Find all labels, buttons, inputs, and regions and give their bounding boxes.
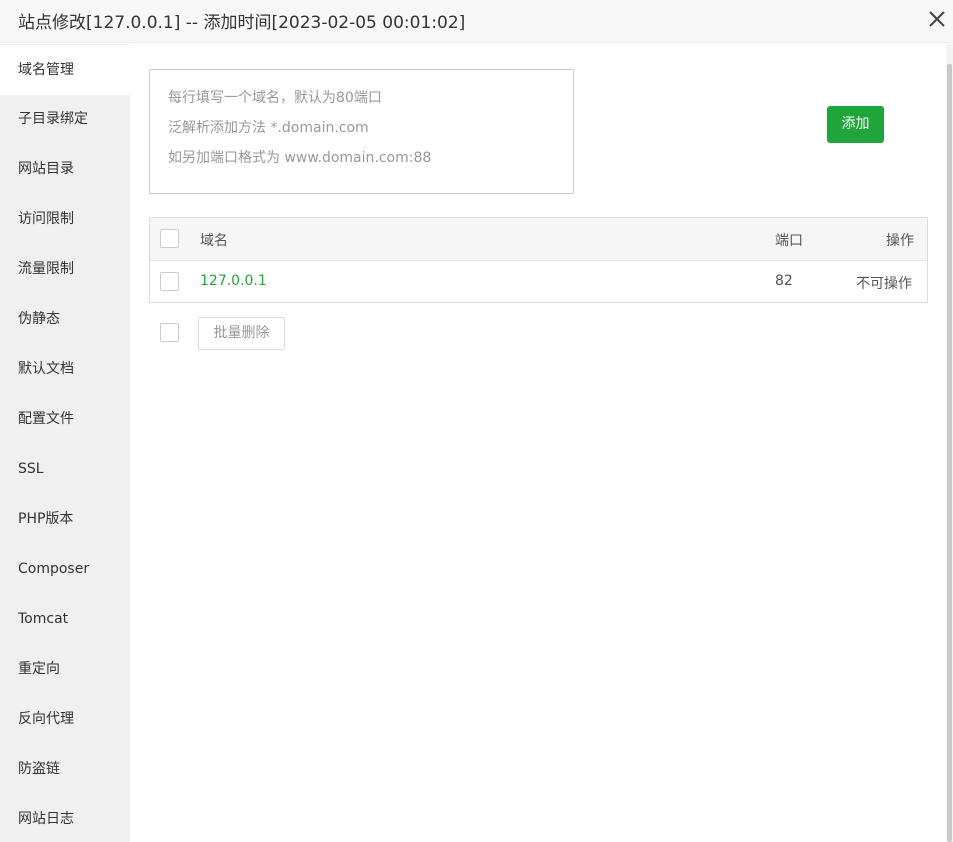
batch-delete-button[interactable]: 批量删除	[198, 317, 285, 350]
domain-input-placeholder-line: 泛解析添加方法 *.domain.com	[168, 120, 369, 136]
domain-input-placeholder-line: 如另加端口格式为 www.domain.com:88	[168, 150, 432, 166]
sidebar-item-reverse-proxy[interactable]: 反向代理	[0, 694, 130, 744]
sidebar-item-ssl[interactable]: SSL	[0, 444, 130, 494]
domain-input[interactable]: 每行填写一个域名，默认为80端口 泛解析添加方法 *.domain.com 如另…	[149, 69, 574, 194]
sidebar-item-domain-management[interactable]: 域名管理	[0, 45, 130, 95]
table-header: 域名 端口 操作	[150, 218, 927, 261]
action-text: 不可操作	[856, 276, 912, 292]
row-checkbox[interactable]	[160, 272, 179, 291]
domain-link[interactable]: 127.0.0.1	[200, 273, 267, 289]
sidebar-item-redirect[interactable]: 重定向	[0, 644, 130, 694]
sidebar-item-rewrite[interactable]: 伪静态	[0, 294, 130, 344]
sidebar-item-config-file[interactable]: 配置文件	[0, 394, 130, 444]
domain-input-placeholder-line: 每行填写一个域名，默认为80端口	[168, 90, 382, 106]
domain-table: 域名 端口 操作 127.0.0.1 82 不可操作	[149, 217, 928, 303]
sidebar-item-site-directory[interactable]: 网站目录	[0, 144, 130, 194]
sidebar-item-default-document[interactable]: 默认文档	[0, 344, 130, 394]
close-icon[interactable]	[924, 6, 950, 32]
sidebar-item-tomcat[interactable]: Tomcat	[0, 594, 130, 644]
column-header-action: 操作	[886, 233, 914, 249]
sidebar-item-access-restriction[interactable]: 访问限制	[0, 194, 130, 244]
sidebar-item-traffic-limit[interactable]: 流量限制	[0, 244, 130, 294]
scrollbar-thumb[interactable]	[947, 64, 952, 842]
add-domain-button[interactable]: 添加	[827, 106, 884, 143]
dialog-titlebar: 站点修改[127.0.0.1] -- 添加时间[2023-02-05 00:01…	[0, 0, 953, 43]
batch-select-checkbox[interactable]	[160, 323, 179, 342]
sidebar-item-hotlink-protection[interactable]: 防盗链	[0, 744, 130, 794]
table-row: 127.0.0.1 82 不可操作	[150, 261, 927, 302]
dialog-title: 站点修改[127.0.0.1] -- 添加时间[2023-02-05 00:01…	[18, 13, 466, 33]
sidebar-item-composer[interactable]: Composer	[0, 544, 130, 594]
column-header-port: 端口	[775, 233, 803, 249]
port-value: 82	[775, 273, 793, 289]
column-header-domain: 域名	[200, 233, 228, 249]
sidebar-item-subdirectory-binding[interactable]: 子目录绑定	[0, 94, 130, 144]
sidebar-item-site-log[interactable]: 网站日志	[0, 794, 130, 842]
sidebar-item-php-version[interactable]: PHP版本	[0, 494, 130, 544]
sidebar: 域名管理 子目录绑定 网站目录 访问限制 流量限制 伪静态 默认文档 配置文件 …	[0, 44, 130, 842]
select-all-checkbox[interactable]	[160, 229, 179, 248]
